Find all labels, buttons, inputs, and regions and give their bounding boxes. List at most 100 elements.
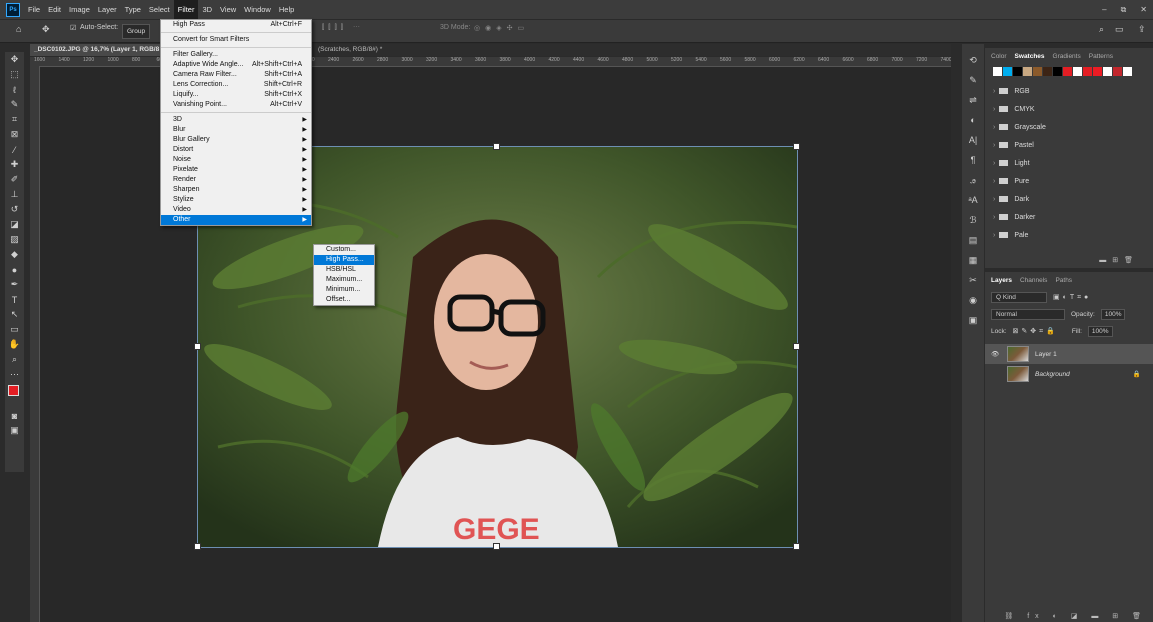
type-tool-icon[interactable]: T: [5, 292, 24, 307]
filter-menu-item-blur[interactable]: Blur ▶: [161, 125, 311, 135]
more-tools-icon[interactable]: ⋯: [5, 367, 24, 382]
stamp-tool-icon[interactable]: ⊥: [5, 187, 24, 202]
restore-button[interactable]: ⧉: [1121, 5, 1127, 15]
color-swatch[interactable]: [1073, 67, 1082, 76]
path-select-icon[interactable]: ↖: [5, 307, 24, 322]
share-icon[interactable]: ⇪: [1138, 24, 1146, 35]
document-tab-active[interactable]: _DSC0102.JPG @ 16,7% (Layer 1, RGB/8: [30, 44, 164, 56]
glyphs-panel-icon[interactable]: ꭿ: [962, 170, 984, 190]
layer-row[interactable]: Background 🔒: [985, 364, 1153, 384]
filter-menu-item-lens-correction[interactable]: Lens Correction... Shift+Ctrl+R: [161, 80, 311, 90]
color-swatch[interactable]: [1103, 67, 1112, 76]
other-menu-item-minimum[interactable]: Minimum...: [314, 285, 374, 295]
swatch-group-dark[interactable]: › Dark: [985, 190, 1153, 208]
character-panel-icon[interactable]: A|: [962, 130, 984, 150]
filter-menu-item-filter-gallery[interactable]: Filter Gallery...: [161, 50, 311, 60]
foreground-color-swatch[interactable]: [8, 385, 19, 396]
eyedropper-tool-icon[interactable]: ⁄: [5, 142, 24, 157]
menu-help[interactable]: Help: [275, 0, 298, 19]
menu-image[interactable]: Image: [65, 0, 94, 19]
color-swatch[interactable]: [1053, 67, 1062, 76]
color-swatch[interactable]: [1023, 67, 1032, 76]
lock-icons[interactable]: ⊠✎✥⌗🔒: [1013, 327, 1058, 336]
menu-edit[interactable]: Edit: [44, 0, 65, 19]
search-icon[interactable]: ⌕: [1099, 24, 1104, 35]
filter-menu-item-convert-for-smart-filters[interactable]: Convert for Smart Filters: [161, 35, 311, 45]
healing-brush-icon[interactable]: ✚: [5, 157, 24, 172]
swatch-group-grayscale[interactable]: › Grayscale: [985, 118, 1153, 136]
screen-mode-icon[interactable]: ▣: [5, 423, 24, 438]
transform-handle[interactable]: [493, 143, 500, 150]
brush-tool-icon[interactable]: ✐: [5, 172, 24, 187]
color-swatch[interactable]: [1043, 67, 1052, 76]
character-styles-icon[interactable]: ᵃA: [962, 190, 984, 210]
zoom-tool-icon[interactable]: ⌕: [5, 352, 24, 367]
tab-swatches[interactable]: Swatches: [1015, 53, 1045, 60]
swatch-group-pure[interactable]: › Pure: [985, 172, 1153, 190]
document-tab-second[interactable]: (Scratches, RGB/8#) *: [318, 44, 382, 56]
pen-tool-icon[interactable]: ✒: [5, 277, 24, 292]
menu-window[interactable]: Window: [240, 0, 275, 19]
filter-menu-item-stylize[interactable]: Stylize ▶: [161, 195, 311, 205]
blur-tool-icon[interactable]: ◆: [5, 247, 24, 262]
filter-menu-item-video[interactable]: Video ▶: [161, 205, 311, 215]
filter-menu-item-vanishing-point[interactable]: Vanishing Point... Alt+Ctrl+V: [161, 100, 311, 110]
info-icon[interactable]: ▣: [962, 310, 984, 330]
filter-menu-item-blur-gallery[interactable]: Blur Gallery ▶: [161, 135, 311, 145]
filter-menu-item-other[interactable]: Other ▶: [161, 215, 311, 225]
filter-menu-item-sharpen[interactable]: Sharpen ▶: [161, 185, 311, 195]
menu-filter[interactable]: Filter: [173, 0, 199, 19]
glyph-styles-icon[interactable]: ℬ: [962, 210, 984, 230]
properties-icon[interactable]: ◐: [962, 110, 984, 130]
tab-layers[interactable]: Layers: [991, 277, 1012, 284]
frame-tool-icon[interactable]: ⊠: [5, 127, 24, 142]
history-brush-icon[interactable]: ↺: [5, 202, 24, 217]
tab-color[interactable]: Color: [991, 53, 1007, 60]
paragraph-panel-icon[interactable]: ¶: [962, 150, 984, 170]
transform-handle[interactable]: [194, 343, 201, 350]
adjustments-icon[interactable]: ⇌: [962, 90, 984, 110]
filter-menu-item-camera-raw-filter[interactable]: Camera Raw Filter... Shift+Ctrl+A: [161, 70, 311, 80]
filter-menu-item-liquify[interactable]: Liquify... Shift+Ctrl+X: [161, 90, 311, 100]
paths-icon[interactable]: ◉: [962, 290, 984, 310]
swatch-group-pastel[interactable]: › Pastel: [985, 136, 1153, 154]
lasso-tool-icon[interactable]: ℓ: [5, 82, 24, 97]
filter-menu-item-adaptive-wide-angle[interactable]: Adaptive Wide Angle... Alt+Shift+Ctrl+A: [161, 60, 311, 70]
tab-paths[interactable]: Paths: [1055, 277, 1072, 284]
transform-handle[interactable]: [493, 543, 500, 550]
menu-3d[interactable]: 3D: [198, 0, 216, 19]
dodge-tool-icon[interactable]: ●: [5, 262, 24, 277]
fill-field[interactable]: 100%: [1087, 326, 1113, 337]
libraries-icon[interactable]: ▤: [962, 230, 984, 250]
marquee-tool-icon[interactable]: ⬚: [5, 67, 24, 82]
color-swatch[interactable]: [1113, 67, 1122, 76]
history-panel-icon[interactable]: ⟲: [962, 50, 984, 70]
close-button[interactable]: ✕: [1140, 5, 1147, 14]
menu-view[interactable]: View: [216, 0, 240, 19]
workspace-icon[interactable]: ▭: [1115, 24, 1124, 35]
minimize-button[interactable]: –: [1102, 5, 1106, 14]
visibility-eye-icon[interactable]: 👁: [991, 350, 1001, 358]
rectangle-tool-icon[interactable]: ▭: [5, 322, 24, 337]
swatch-group-rgb[interactable]: › RGB: [985, 82, 1153, 100]
tab-gradients[interactable]: Gradients: [1053, 53, 1081, 60]
transform-handle[interactable]: [194, 543, 201, 550]
other-menu-item-offset[interactable]: Offset...: [314, 295, 374, 305]
transform-handle[interactable]: [793, 143, 800, 150]
color-swatch[interactable]: [1003, 67, 1012, 76]
color-swatches[interactable]: [5, 382, 24, 408]
tool-presets-icon[interactable]: ✂: [962, 270, 984, 290]
color-swatch[interactable]: [1123, 67, 1132, 76]
color-swatch[interactable]: [1093, 67, 1102, 76]
layer-panel-actions[interactable]: ⛓ fx ◐ ◪ ▬ ⊞ 🗑: [1004, 612, 1147, 620]
filter-menu-item-3d[interactable]: 3D ▶: [161, 115, 311, 125]
color-swatch[interactable]: [1063, 67, 1072, 76]
swatch-group-pale[interactable]: › Pale: [985, 226, 1153, 244]
transform-handle[interactable]: [793, 343, 800, 350]
menu-select[interactable]: Select: [145, 0, 174, 19]
tab-patterns[interactable]: Patterns: [1089, 53, 1113, 60]
other-menu-item-custom[interactable]: Custom...: [314, 245, 374, 255]
auto-select-checkbox[interactable]: ☑: [70, 24, 76, 32]
filter-menu-item-high-pass[interactable]: High Pass Alt+Ctrl+F: [161, 20, 311, 30]
color-swatch[interactable]: [1083, 67, 1092, 76]
